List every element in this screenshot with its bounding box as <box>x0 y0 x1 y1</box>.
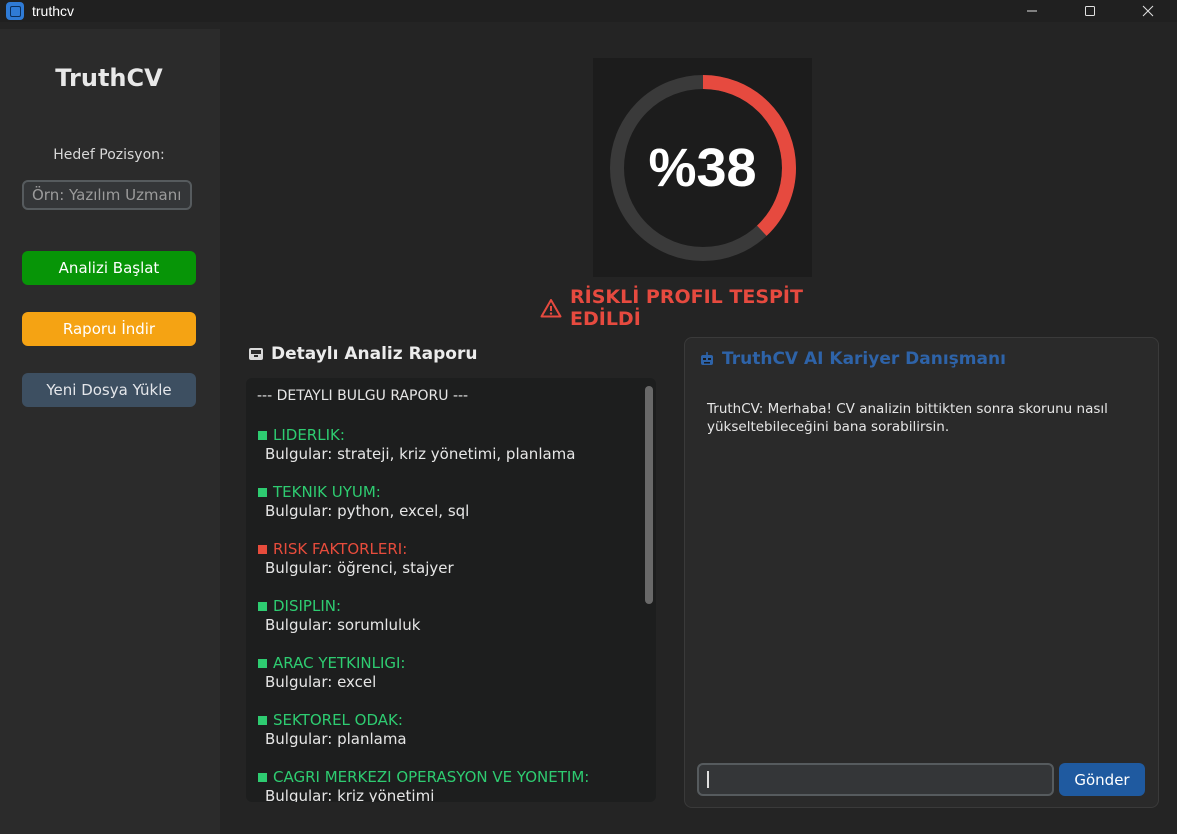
bullet-square-icon <box>258 431 267 440</box>
report-scrollbar[interactable] <box>645 386 653 604</box>
finding-item: SEKTOREL ODAK: Bulgular: planlama <box>258 711 407 749</box>
finding-item: CAGRI MERKEZI OPERASYON VE YONETIM: Bulgu… <box>258 768 589 802</box>
app-icon <box>6 2 24 20</box>
risk-status: RİSKLİ PROFIL TESPİT EDİLDİ <box>540 286 880 330</box>
send-button[interactable]: Gönder <box>1059 763 1145 796</box>
finding-category-label: RISK FAKTORLERI: <box>273 540 408 558</box>
finding-category: SEKTOREL ODAK: <box>258 711 407 730</box>
minimize-icon <box>1027 10 1037 12</box>
finding-item: LIDERLIK: Bulgular: strateji, kriz yöneti… <box>258 426 575 464</box>
finding-item: DISIPLIN: Bulgular: sorumluluk <box>258 597 420 635</box>
bullet-square-icon <box>258 602 267 611</box>
finding-detail: Bulgular: öğrenci, stajyer <box>265 559 454 577</box>
chat-title-text: TruthCV AI Kariyer Danışmanı <box>722 349 1006 369</box>
text-caret <box>707 771 709 788</box>
start-analysis-button[interactable]: Analizi Başlat <box>22 251 196 285</box>
title-bar: truthcv <box>0 0 1177 22</box>
finding-detail: Bulgular: sorumluluk <box>265 616 421 634</box>
risk-status-text: RİSKLİ PROFIL TESPİT EDİLDİ <box>570 286 803 330</box>
inbox-icon <box>248 346 264 362</box>
maximize-button[interactable] <box>1061 0 1119 22</box>
bullet-square-icon <box>258 488 267 497</box>
chat-panel: TruthCV AI Kariyer Danışmanı TruthCV: Me… <box>684 337 1159 808</box>
finding-category: TEKNIK UYUM: <box>258 483 469 502</box>
chat-title: TruthCV AI Kariyer Danışmanı <box>699 349 1006 369</box>
score-gauge: %38 <box>593 58 812 277</box>
finding-category: LIDERLIK: <box>258 426 575 445</box>
window-controls <box>1003 0 1177 22</box>
target-position-label: Hedef Pozisyon: <box>53 147 165 163</box>
sidebar: TruthCV Hedef Pozisyon: Analizi Başlat R… <box>0 29 220 834</box>
finding-category-label: CAGRI MERKEZI OPERASYON VE YONETIM: <box>273 768 590 786</box>
report-header-line: --- DETAYLI BULGU RAPORU --- <box>257 388 469 404</box>
maximize-icon <box>1085 6 1095 16</box>
score-value: %38 <box>648 137 757 198</box>
bullet-square-icon <box>258 545 267 554</box>
finding-category-label: LIDERLIK: <box>273 426 345 444</box>
app-logo: TruthCV <box>55 64 163 92</box>
finding-category: RISK FAKTORLERI: <box>258 540 454 559</box>
close-icon <box>1142 5 1154 17</box>
report-textbox[interactable]: --- DETAYLI BULGU RAPORU --- LIDERLIK: Bu… <box>246 378 656 802</box>
download-report-button[interactable]: Raporu İndir <box>22 312 196 346</box>
upload-new-file-button[interactable]: Yeni Dosya Yükle <box>22 373 196 407</box>
report-heading: Detaylı Analiz Raporu <box>248 342 477 366</box>
finding-category-label: TEKNIK UYUM: <box>273 483 381 501</box>
target-position-input[interactable] <box>22 180 192 210</box>
finding-category: DISIPLIN: <box>258 597 420 616</box>
bullet-square-icon <box>258 659 267 668</box>
app-window: truthcv TruthCV Hedef Pozisyon: Analizi … <box>0 0 1177 834</box>
finding-category: CAGRI MERKEZI OPERASYON VE YONETIM: <box>258 768 589 787</box>
close-button[interactable] <box>1119 0 1177 22</box>
bullet-square-icon <box>258 716 267 725</box>
finding-detail: Bulgular: python, excel, sql <box>265 502 470 520</box>
robot-icon <box>699 351 715 367</box>
finding-item: ARAC YETKINLIGI: Bulgular: excel <box>258 654 405 692</box>
finding-item: TEKNIK UYUM: Bulgular: python, excel, sql <box>258 483 469 521</box>
finding-detail: Bulgular: strateji, kriz yönetimi, planl… <box>265 445 576 463</box>
finding-category: ARAC YETKINLIGI: <box>258 654 405 673</box>
warning-icon <box>540 298 562 318</box>
chat-message: TruthCV: Merhaba! CV analizin bittikten … <box>707 401 1108 435</box>
report-heading-text: Detaylı Analiz Raporu <box>271 344 478 364</box>
finding-category-label: ARAC YETKINLIGI: <box>273 654 406 672</box>
finding-item: RISK FAKTORLERI: Bulgular: öğrenci, stajy… <box>258 540 454 578</box>
finding-category-label: SEKTOREL ODAK: <box>273 711 403 729</box>
finding-category-label: DISIPLIN: <box>273 597 342 615</box>
window-title: truthcv <box>32 3 75 19</box>
finding-detail: Bulgular: planlama <box>265 730 407 748</box>
finding-detail: Bulgular: excel <box>265 673 377 691</box>
chat-input[interactable] <box>697 763 1054 796</box>
finding-detail: Bulgular: kriz yönetimi <box>265 787 435 802</box>
minimize-button[interactable] <box>1003 0 1061 22</box>
bullet-square-icon <box>258 773 267 782</box>
